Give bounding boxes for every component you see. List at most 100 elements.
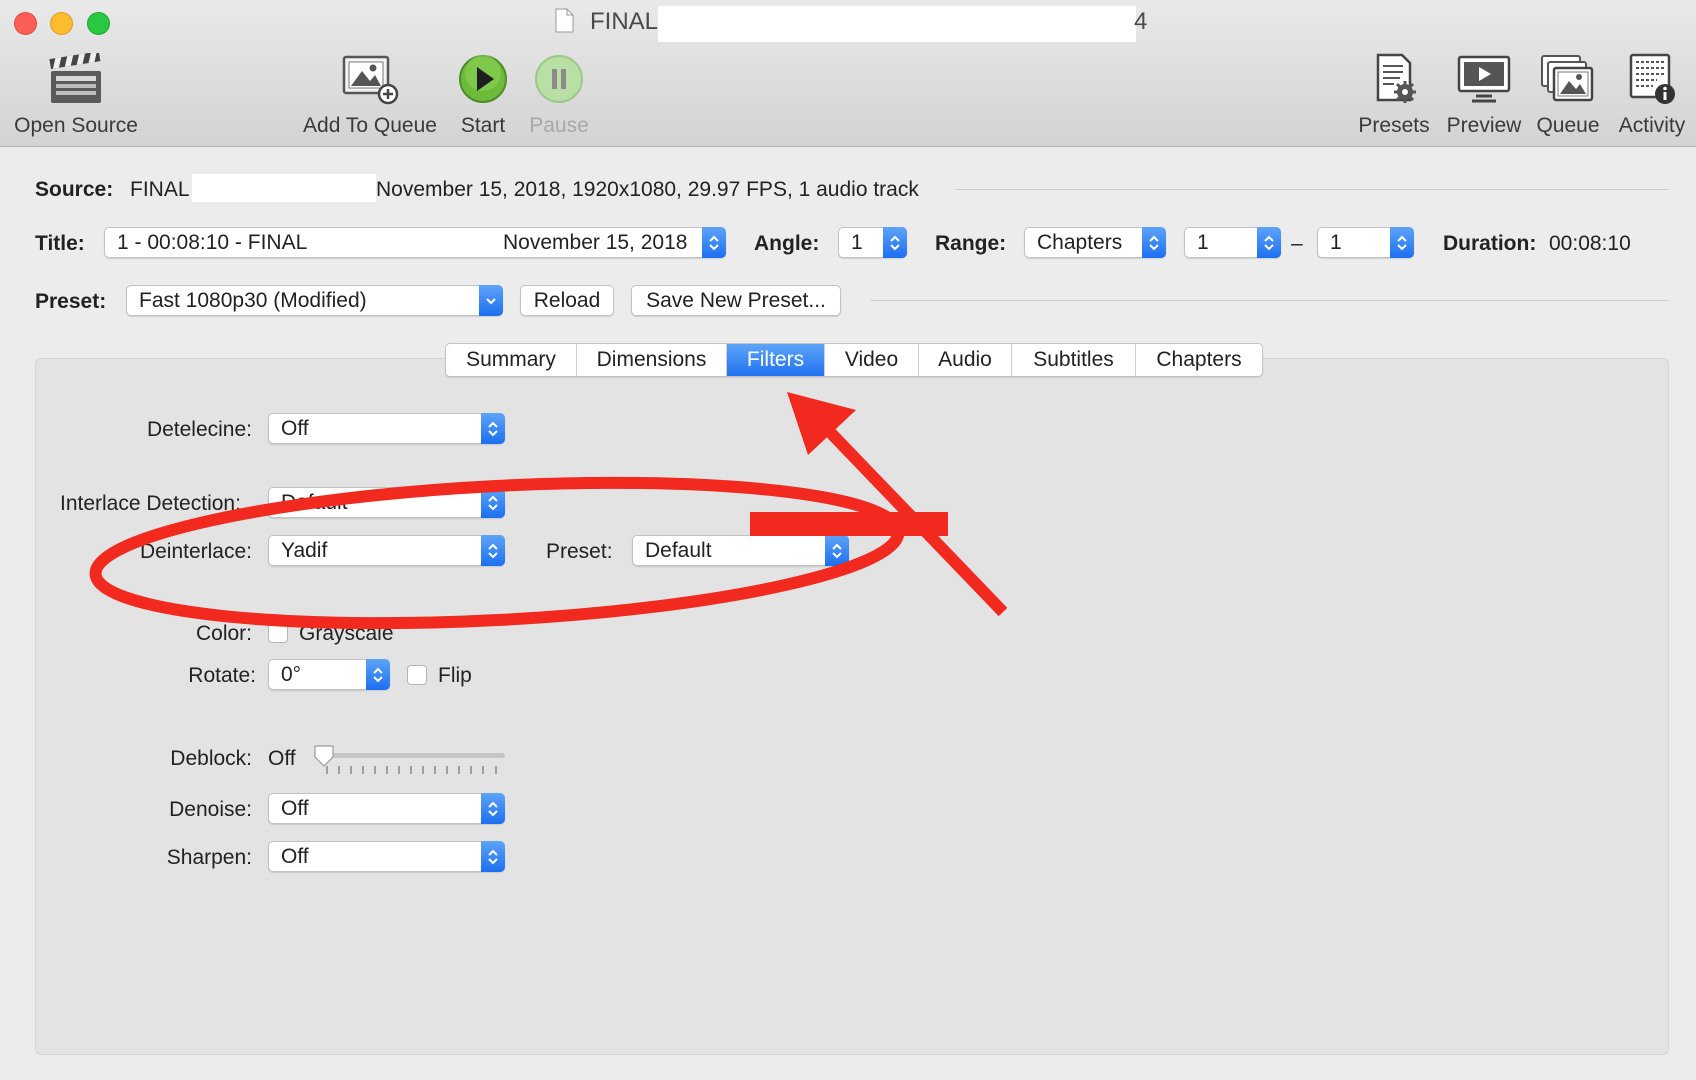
title-popup-value: 1 - 00:08:10 - FINAL	[117, 231, 308, 254]
pause-icon	[535, 55, 583, 103]
chevron-updown-icon	[883, 227, 907, 258]
tab-audio[interactable]: Audio	[919, 344, 1012, 376]
deinterlace-popup[interactable]: Yadif	[268, 535, 505, 566]
detelecine-value: Off	[281, 417, 309, 440]
activity-icon	[1629, 53, 1675, 104]
grayscale-label: Grayscale	[299, 622, 394, 645]
flip-label: Flip	[438, 664, 472, 687]
preset-label: Preset:	[35, 290, 107, 313]
close-window-button[interactable]	[14, 12, 37, 35]
redacted-area	[192, 174, 376, 202]
open-source-label: Open Source	[14, 114, 138, 137]
denoise-popup[interactable]: Off	[268, 793, 505, 824]
tab-chapters[interactable]: Chapters	[1136, 344, 1262, 376]
preset-separator	[870, 300, 1669, 301]
preview-icon	[1457, 55, 1511, 103]
chevron-updown-icon	[481, 841, 505, 872]
queue-label: Queue	[1536, 114, 1600, 137]
source-separator	[955, 189, 1669, 190]
add-to-queue-button[interactable]: Add To Queue	[300, 48, 440, 138]
sharpen-label: Sharpen:	[166, 846, 252, 869]
clapperboard-icon	[49, 53, 101, 103]
deinterlace-preset-value: Default	[645, 539, 712, 562]
chevron-updown-icon	[702, 227, 726, 258]
angle-label: Angle:	[754, 232, 820, 255]
denoise-label: Denoise:	[169, 798, 252, 821]
add-to-queue-label: Add To Queue	[303, 114, 437, 137]
deinterlace-preset-popup[interactable]: Default	[632, 535, 849, 566]
chevron-updown-icon	[1390, 227, 1414, 258]
tab-filters[interactable]: Filters	[727, 344, 825, 376]
redacted-area	[658, 6, 1136, 42]
window-title: FINAL	[590, 8, 659, 35]
open-source-button[interactable]: Open Source	[10, 48, 142, 138]
range-type-popup[interactable]: Chapters	[1024, 227, 1166, 258]
zoom-window-button[interactable]	[87, 12, 110, 35]
deinterlace-value: Yadif	[281, 539, 328, 562]
queue-button[interactable]: Queue	[1530, 48, 1606, 138]
save-new-preset-button[interactable]: Save New Preset...	[631, 285, 841, 316]
title-popup-value-tail: November 15, 2018	[503, 231, 688, 254]
chevron-updown-icon	[481, 535, 505, 566]
window-title-tail: 4	[1134, 8, 1148, 35]
deblock-slider-track[interactable]	[318, 753, 505, 758]
rotate-popup[interactable]: 0°	[268, 659, 390, 690]
chevron-updown-icon	[366, 659, 390, 690]
deinterlace-label: Deinterlace:	[139, 540, 252, 563]
tab-video[interactable]: Video	[825, 344, 919, 376]
chevron-updown-icon	[1142, 227, 1166, 258]
angle-popup[interactable]: 1	[838, 227, 907, 258]
tab-subtitles[interactable]: Subtitles	[1012, 344, 1136, 376]
presets-icon	[1376, 53, 1416, 103]
queue-icon	[1541, 55, 1594, 102]
range-end-value: 1	[1330, 231, 1342, 254]
start-button[interactable]: Start	[450, 48, 516, 138]
tab-dimensions[interactable]: Dimensions	[577, 344, 727, 376]
interlace-detection-popup[interactable]: Default	[268, 487, 505, 518]
deinterlace-preset-label: Preset:	[546, 540, 613, 563]
preview-button[interactable]: Preview	[1442, 48, 1526, 138]
activity-label: Activity	[1618, 114, 1686, 137]
title-popup[interactable]: 1 - 00:08:10 - FINAL November 15, 2018	[104, 227, 726, 258]
tab-bar: Summary Dimensions Filters Video Audio S…	[445, 343, 1263, 377]
flip-checkbox[interactable]	[407, 665, 427, 685]
range-label: Range:	[935, 232, 1007, 255]
source-name: FINAL	[130, 178, 190, 201]
presets-button[interactable]: Presets	[1352, 48, 1436, 138]
chevron-updown-icon	[481, 487, 505, 518]
handbrake-window: FINAL 4 Open Source Add To Queue Start P…	[0, 0, 1696, 1080]
range-start-popup[interactable]: 1	[1184, 227, 1281, 258]
source-details: November 15, 2018, 1920x1080, 29.97 FPS,…	[376, 178, 919, 201]
activity-button[interactable]: Activity	[1612, 48, 1692, 138]
pause-button[interactable]: Pause	[524, 48, 594, 138]
chevron-updown-icon	[825, 535, 849, 566]
preset-popup[interactable]: Fast 1080p30 (Modified)	[126, 285, 503, 316]
rotate-label: Rotate:	[188, 664, 256, 687]
range-type-value: Chapters	[1037, 231, 1123, 254]
chevron-down-icon	[479, 285, 503, 316]
deblock-slider-ticks	[326, 766, 497, 774]
duration-value: 00:08:10	[1549, 232, 1631, 255]
interlace-detection-value: Default	[281, 491, 348, 514]
preset-popup-value: Fast 1080p30 (Modified)	[139, 289, 367, 312]
tab-summary[interactable]: Summary	[446, 344, 577, 376]
denoise-value: Off	[281, 797, 309, 820]
grayscale-checkbox[interactable]	[268, 623, 288, 643]
detelecine-popup[interactable]: Off	[268, 413, 505, 444]
deblock-label: Deblock:	[170, 747, 252, 770]
duration-label: Duration:	[1443, 232, 1537, 255]
range-end-popup[interactable]: 1	[1317, 227, 1414, 258]
sharpen-value: Off	[281, 845, 309, 868]
sharpen-popup[interactable]: Off	[268, 841, 505, 872]
deblock-slider-knob[interactable]	[313, 744, 335, 768]
detelecine-label: Detelecine:	[146, 418, 252, 441]
tab-panel	[35, 358, 1669, 1055]
rotate-value: 0°	[281, 663, 302, 686]
minimize-window-button[interactable]	[50, 12, 73, 35]
toolbar: FINAL 4 Open Source Add To Queue Start P…	[0, 0, 1696, 147]
range-start-value: 1	[1197, 231, 1209, 254]
chevron-updown-icon	[481, 413, 505, 444]
reload-button[interactable]: Reload	[520, 285, 614, 316]
add-to-queue-icon	[342, 55, 399, 105]
preview-label: Preview	[1446, 114, 1522, 137]
